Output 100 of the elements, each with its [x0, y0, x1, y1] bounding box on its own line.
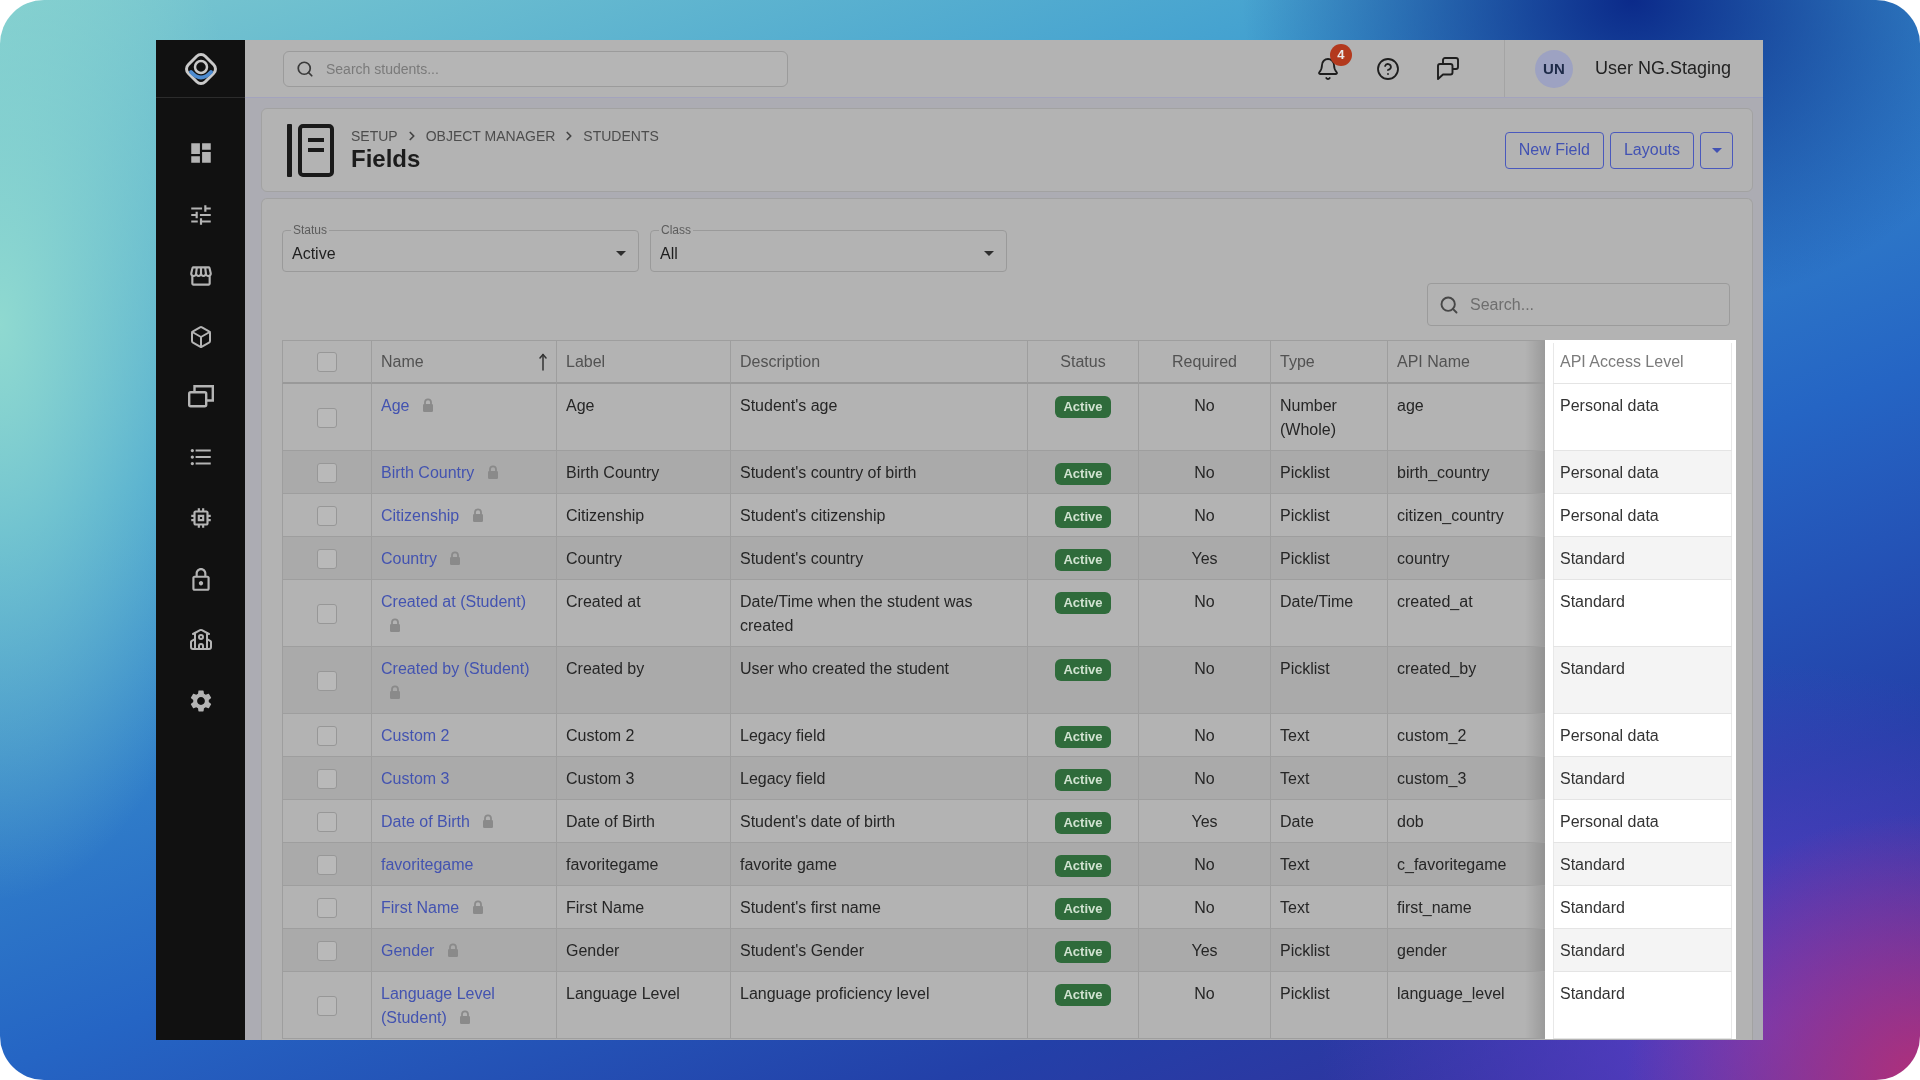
checkbox[interactable] — [317, 941, 337, 961]
table-cell: Standard — [1545, 537, 1736, 580]
field-link[interactable]: Age — [381, 394, 434, 418]
checkbox[interactable] — [317, 812, 337, 832]
table-cell: Legacy field — [730, 714, 1027, 757]
column-header[interactable]: Label — [556, 340, 730, 384]
status-badge: Active — [1055, 983, 1111, 1006]
table-cell: Personal data — [1545, 494, 1736, 537]
column-header[interactable]: API Access Level — [1545, 340, 1736, 384]
column-header[interactable]: Name — [371, 340, 556, 384]
table-cell: Student's Gender — [730, 929, 1027, 972]
checkbox[interactable] — [317, 726, 337, 746]
table-cell: No — [1138, 494, 1270, 537]
header-button[interactable]: New Field — [1504, 131, 1604, 169]
checkbox[interactable] — [317, 604, 337, 624]
search-field[interactable]: Search students... — [283, 50, 788, 87]
field-link[interactable]: favoritegame — [381, 853, 474, 877]
table-cell: First Name — [556, 886, 730, 929]
breadcrumb-current: STUDENTS — [583, 127, 659, 145]
checkbox[interactable] — [317, 769, 337, 789]
field-link[interactable]: Birth Country — [381, 461, 499, 485]
table-cell: No — [1138, 384, 1270, 451]
column-header[interactable]: Status — [1027, 340, 1138, 384]
table-cell: No — [1138, 451, 1270, 494]
caret-icon — [1711, 147, 1722, 153]
table-cell: Legacy field — [730, 757, 1027, 800]
cube-icon[interactable] — [188, 324, 213, 349]
field-link[interactable]: Created at (Student) — [381, 590, 547, 638]
table-cell: Standard — [1545, 843, 1736, 886]
table-cell: Date/Time — [1270, 580, 1387, 647]
field-link[interactable]: Gender — [381, 939, 459, 963]
dropdown-button[interactable] — [1700, 131, 1733, 169]
table-cell: Student's country — [730, 537, 1027, 580]
select-field[interactable]: Status Active — [282, 224, 639, 272]
table-cell: created_by — [1387, 647, 1545, 714]
user-name[interactable]: User NG.Staging — [1594, 58, 1731, 79]
table-cell: Birth Country — [556, 451, 730, 494]
checkbox[interactable] — [317, 506, 337, 526]
table-cell: country — [1387, 537, 1545, 580]
store-icon[interactable] — [187, 263, 214, 289]
status-badge: Active — [1055, 462, 1111, 485]
table-cell: Picklist — [1270, 451, 1387, 494]
table-cell: custom_3 — [1387, 757, 1545, 800]
field-link[interactable]: Custom 2 — [381, 724, 450, 748]
field-link[interactable]: First Name — [381, 896, 484, 920]
table-cell: Picklist — [1270, 537, 1387, 580]
search-icon — [296, 59, 314, 78]
status-badge: Active — [1055, 811, 1111, 834]
breadcrumb-link[interactable]: SETUP — [351, 127, 398, 145]
checkbox[interactable] — [317, 855, 337, 875]
field-link[interactable]: Custom 3 — [381, 767, 450, 791]
table-cell: Personal data — [1545, 714, 1736, 757]
arrow-up-icon[interactable] — [539, 352, 547, 371]
checkbox[interactable] — [317, 351, 337, 372]
breadcrumb-link[interactable]: OBJECT MANAGER — [425, 127, 556, 145]
checkbox[interactable] — [317, 549, 337, 569]
page-title: Fields — [351, 145, 422, 173]
field-link[interactable]: Created by (Student) — [381, 657, 547, 705]
checkbox[interactable] — [317, 408, 337, 428]
table-cell: Standard — [1545, 929, 1736, 972]
table-cell: c_favoritegame — [1387, 843, 1545, 886]
checkbox[interactable] — [317, 671, 337, 691]
stacked-windows-icon[interactable] — [187, 384, 214, 408]
header-button[interactable]: Layouts — [1609, 131, 1694, 169]
school-icon[interactable] — [188, 628, 213, 652]
field-link[interactable]: Language Level (Student) — [381, 982, 547, 1030]
table-cell: No — [1138, 757, 1270, 800]
table-cell: favorite game — [730, 843, 1027, 886]
table-cell: Standard — [1545, 972, 1736, 1039]
status-badge: Active — [1055, 854, 1111, 877]
table-cell: No — [1138, 972, 1270, 1039]
table-cell: Custom 3 — [556, 757, 730, 800]
help-icon[interactable] — [1375, 56, 1400, 81]
column-header[interactable]: Description — [730, 340, 1027, 384]
table-cell: Picklist — [1270, 972, 1387, 1039]
select-field[interactable]: Class All — [650, 224, 1007, 272]
table-cell: Text — [1270, 757, 1387, 800]
search-field[interactable]: Search... — [1427, 283, 1730, 326]
user-avatar[interactable]: UN — [1534, 49, 1573, 88]
table-cell: Student's country of birth — [730, 451, 1027, 494]
checkbox[interactable] — [317, 463, 337, 483]
notification-badge: 4 — [1329, 43, 1352, 66]
field-link[interactable]: Country — [381, 547, 462, 571]
field-link[interactable]: Date of Birth — [381, 810, 495, 834]
field-label: Class — [660, 224, 692, 236]
table-cell: Standard — [1545, 647, 1736, 714]
checkbox[interactable] — [317, 996, 337, 1016]
status-badge: Active — [1055, 658, 1111, 681]
chat-icon[interactable] — [1435, 56, 1460, 81]
checkbox[interactable] — [317, 898, 337, 918]
status-badge: Active — [1055, 768, 1111, 791]
column-header[interactable]: Type — [1270, 340, 1387, 384]
status-badge: Active — [1055, 505, 1111, 528]
table-cell: gender — [1387, 929, 1545, 972]
field-link[interactable]: Citizenship — [381, 504, 484, 528]
column-header[interactable]: API Name — [1387, 340, 1545, 384]
column-header[interactable]: Required — [1138, 340, 1270, 384]
status-badge: Active — [1055, 548, 1111, 571]
table-cell: No — [1138, 843, 1270, 886]
table-cell: Standard — [1545, 757, 1736, 800]
